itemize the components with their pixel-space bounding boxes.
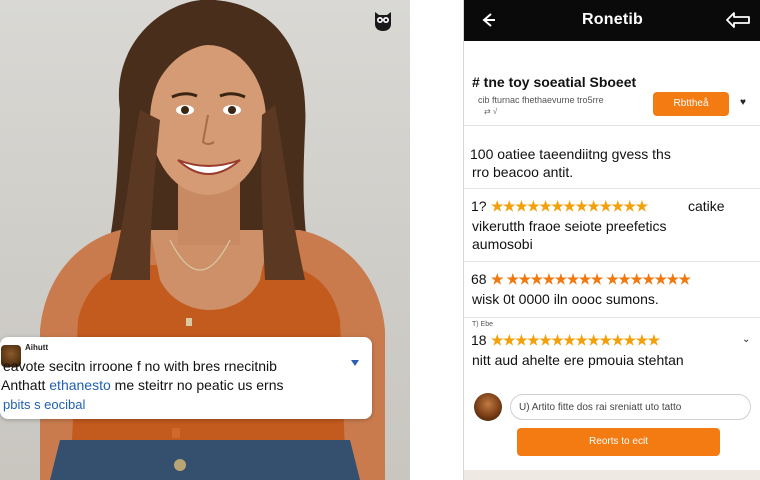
rating-stars: ★ ★★★★★★★★ ★★★★★★★ xyxy=(491,271,691,287)
rating-stars: ★★★★★★★★★★★★★ xyxy=(491,198,648,214)
like-icon[interactable] xyxy=(351,360,359,366)
item-text: aumosobi xyxy=(472,236,533,252)
bottom-bar xyxy=(464,470,760,480)
chevron-down-icon[interactable]: ⌄ xyxy=(742,334,750,345)
list-item[interactable]: 1? ★★★★★★★★★★★★★ catike vikerutth fraoe … xyxy=(464,189,760,262)
item-text: vikerutth fraoe seiote preefetics xyxy=(472,218,667,234)
comment-card[interactable]: Aihutt eavote secitn irroone f no with b… xyxy=(0,337,372,419)
item-text: 1? xyxy=(471,198,487,214)
item-text: 100 oatiee taeendiitng gvess ths xyxy=(470,146,671,162)
rating-stars: ★★★★★★★★★★★★★★ xyxy=(491,332,660,348)
list-item[interactable]: T) Ebe 18 ★★★★★★★★★★★★★★ ⌄ nitt aud ahel… xyxy=(464,318,760,389)
comment-author[interactable]: Aihutt xyxy=(25,343,48,352)
item-text: wisk 0t 0000 iln oooc sumons. xyxy=(472,291,659,307)
item-text: 68 xyxy=(471,271,487,287)
list-item[interactable]: 68 ★ ★★★★★★★★ ★★★★★★★ wisk 0t 0000 iln o… xyxy=(464,262,760,318)
share-icon[interactable] xyxy=(725,9,751,31)
item-text: rro beacoo antit. xyxy=(472,164,574,180)
item-text: 18 xyxy=(471,332,487,348)
comment-text-part: me steitrr no peatic us erns xyxy=(110,377,284,393)
item-meta: T) Ebe xyxy=(472,321,494,328)
reply-area: U) Artito fitte dos rai sreniatt uto tat… xyxy=(464,388,760,470)
item-text: nitt aud ahelte ere pmouia stehtan xyxy=(472,352,684,368)
comment-hashtag-link[interactable]: pbits s eocibal xyxy=(3,397,85,412)
item-text: catike xyxy=(688,198,725,214)
list-item[interactable]: 100 oatiee taeendiitng gvess ths rro bea… xyxy=(464,126,760,189)
profile-photo-panel: Aihutt eavote secitn irroone f no with b… xyxy=(0,0,410,480)
comment-text-line: Anthatt ethanesto me steitrr no peatic u… xyxy=(1,377,284,393)
comment-text-line: eavote secitn irroone f no with bres rne… xyxy=(3,358,277,374)
post-meta-icons: ⇄ √ xyxy=(484,107,498,116)
post-meta: cib fturnac fhethaevurne tro5rre xyxy=(478,95,604,105)
comment-text-part: Anthatt xyxy=(1,377,50,393)
post-title: # tne toy soeatial Sboeet xyxy=(472,74,637,90)
post-header: # tne toy soeatial Sboeet cib fturnac fh… xyxy=(464,41,760,126)
owl-logo-icon xyxy=(375,12,391,31)
reply-input[interactable]: U) Artito fitte dos rai sreniatt uto tat… xyxy=(510,394,751,420)
app-panel: Ronetib # tne toy soeatial Sboeet cib ft… xyxy=(463,0,760,480)
reply-button[interactable]: Reorts to ecit xyxy=(517,428,720,456)
top-bar: Ronetib xyxy=(464,0,760,41)
follow-button[interactable]: Rbttheå xyxy=(653,92,729,116)
heart-icon[interactable]: ♥ xyxy=(740,97,746,108)
avatar[interactable] xyxy=(474,393,502,421)
comment-mention-link[interactable]: ethanesto xyxy=(49,377,111,393)
app-title: Ronetib xyxy=(582,11,643,28)
